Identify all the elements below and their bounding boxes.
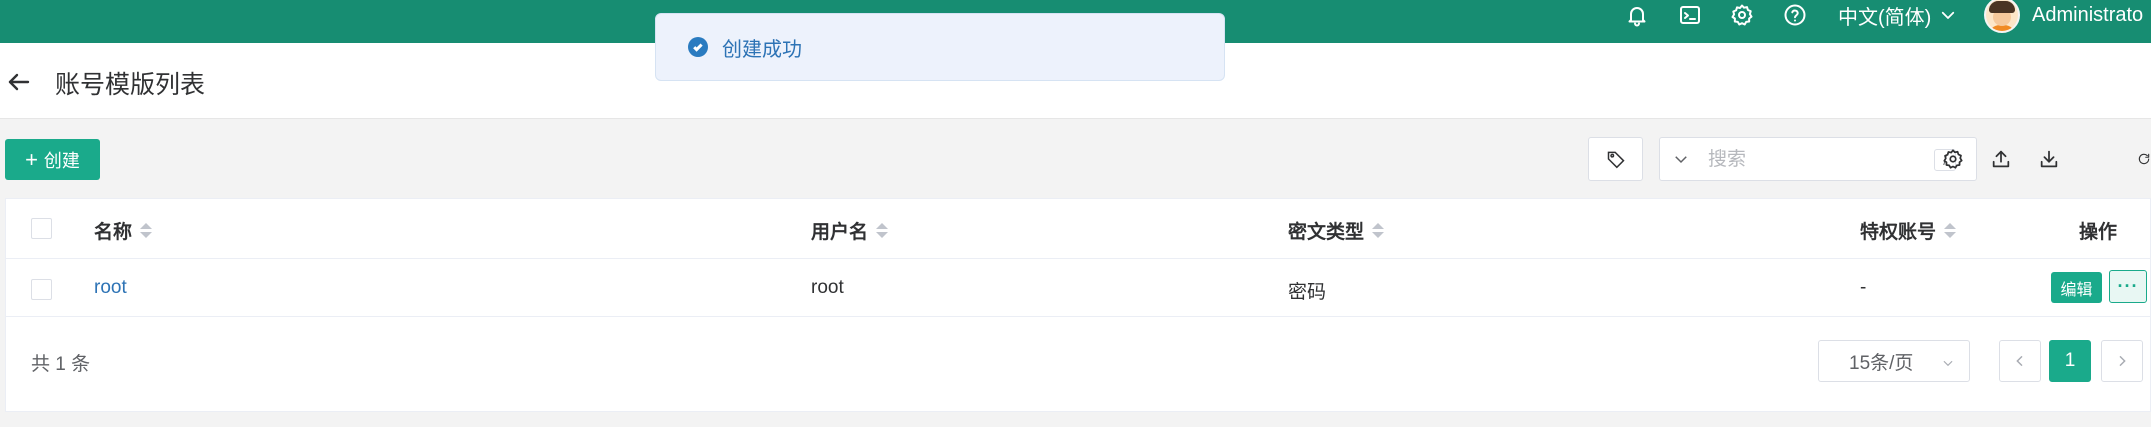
- prev-page-button[interactable]: [1999, 340, 2041, 382]
- refresh-icon[interactable]: [2137, 146, 2151, 172]
- chevron-left-icon: [2016, 355, 2023, 367]
- import-icon[interactable]: [2036, 146, 2062, 172]
- back-arrow-icon[interactable]: [6, 69, 32, 95]
- column-name-label: 名称: [94, 222, 133, 243]
- row-secret-type: 密码: [1288, 282, 1327, 303]
- page-size-label: 15条/页: [1849, 352, 1914, 374]
- column-header-username[interactable]: 用户名: [811, 217, 889, 244]
- account-template-table: 名称 用户名 密文类型 特权账号 操作 root root 密码 - 编辑 ··…: [5, 198, 2151, 412]
- avatar: [1984, 0, 2020, 33]
- user-menu[interactable]: Administrato: [1984, 0, 2144, 33]
- tag-filter-button[interactable]: [1588, 137, 1643, 181]
- table-header: 名称 用户名 密文类型 特权账号 操作: [6, 199, 2150, 259]
- column-header-name[interactable]: 名称: [94, 217, 153, 244]
- create-button-label: 创建: [43, 150, 80, 171]
- sort-icon[interactable]: [1372, 223, 1385, 238]
- row-checkbox[interactable]: [31, 279, 52, 300]
- success-toast: 创建成功: [655, 13, 1225, 81]
- language-selector[interactable]: 中文(简体): [1838, 0, 1957, 30]
- page-number-button[interactable]: 1: [2049, 340, 2091, 382]
- username-label: Administrato: [2032, 3, 2144, 26]
- chevron-down-icon: [1943, 360, 1953, 367]
- help-icon[interactable]: [1782, 0, 1808, 30]
- export-icon[interactable]: [1988, 146, 2014, 172]
- gear-icon[interactable]: [1729, 0, 1755, 30]
- settings-icon[interactable]: [1940, 146, 1966, 172]
- chevron-down-icon: [1942, 11, 1955, 19]
- check-circle-icon: [688, 37, 708, 57]
- page-size-select[interactable]: 15条/页: [1818, 340, 1970, 382]
- row-name-link[interactable]: root: [94, 277, 127, 299]
- column-header-privileged[interactable]: 特权账号: [1860, 217, 1957, 244]
- chevron-right-icon: [2119, 355, 2126, 367]
- row-privileged: -: [1860, 277, 1867, 298]
- column-secret-type-label: 密文类型: [1288, 222, 1365, 243]
- bell-icon[interactable]: [1624, 0, 1650, 30]
- language-label: 中文(简体): [1838, 6, 1932, 29]
- toast-message: 创建成功: [722, 38, 802, 61]
- table-row: root root 密码 - 编辑 ···: [6, 259, 2150, 317]
- sort-icon[interactable]: [140, 223, 153, 238]
- chevron-down-icon[interactable]: [1672, 150, 1690, 168]
- sort-icon[interactable]: [876, 223, 889, 238]
- sort-icon[interactable]: [1944, 223, 1957, 238]
- create-button[interactable]: + 创建: [5, 139, 100, 180]
- select-all-checkbox[interactable]: [31, 218, 52, 239]
- column-header-secret-type[interactable]: 密文类型: [1288, 217, 1385, 244]
- search-box[interactable]: /: [1659, 137, 1977, 181]
- column-header-actions: 操作: [2079, 217, 2117, 244]
- column-actions-label: 操作: [2079, 222, 2118, 243]
- more-actions-button[interactable]: ···: [2109, 270, 2147, 303]
- search-input[interactable]: [1708, 146, 1928, 174]
- column-privileged-label: 特权账号: [1860, 222, 1937, 243]
- tag-icon: [1607, 151, 1625, 169]
- total-count: 共 1 条: [31, 354, 91, 375]
- page-title: 账号模版列表: [55, 71, 206, 99]
- plus-icon: +: [25, 146, 38, 172]
- edit-button[interactable]: 编辑: [2051, 272, 2102, 303]
- row-username: root: [811, 277, 844, 298]
- next-page-button[interactable]: [2101, 340, 2143, 382]
- column-username-label: 用户名: [811, 222, 869, 243]
- terminal-icon[interactable]: [1677, 0, 1703, 30]
